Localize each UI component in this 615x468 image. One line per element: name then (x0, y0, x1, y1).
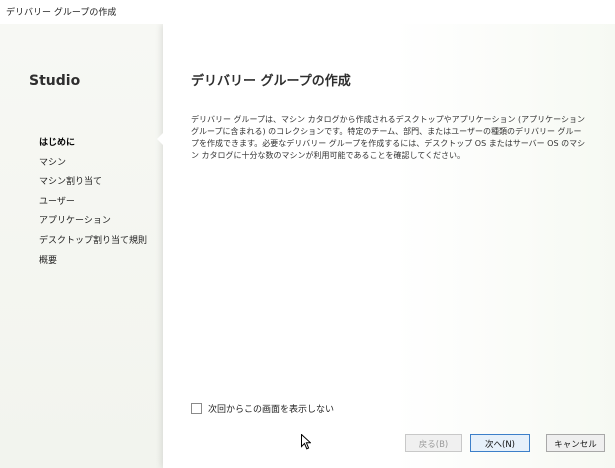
content-background-fade (395, 24, 615, 468)
title-bar: デリバリー グループの作成 (0, 0, 615, 24)
wizard-content: デリバリー グループの作成 デリバリー グループは、マシン カタログから作成され… (163, 24, 615, 468)
nav-step-desktop-assignment-rules[interactable]: デスクトップ割り当て規則 (39, 233, 147, 253)
wizard-window: Studio はじめに マシン マシン割り当て ユーザー アプリケーション デス… (0, 24, 615, 468)
dont-show-again-label[interactable]: 次回からこの画面を表示しない (208, 402, 334, 415)
cancel-button[interactable]: キャンセル (546, 434, 605, 452)
nav-step-users[interactable]: ユーザー (39, 194, 147, 214)
window-title: デリバリー グループの作成 (6, 8, 117, 18)
step-navigation: はじめに マシン マシン割り当て ユーザー アプリケーション デスクトップ割り当… (39, 135, 147, 272)
page-title: デリバリー グループの作成 (191, 74, 351, 89)
nav-step-applications[interactable]: アプリケーション (39, 213, 147, 233)
nav-step-summary[interactable]: 概要 (39, 253, 147, 273)
dont-show-again-checkbox[interactable] (191, 403, 202, 414)
page-description: デリバリー グループは、マシン カタログから作成されるデスクトップやアプリケーシ… (191, 115, 586, 160)
next-button[interactable]: 次へ(N) (470, 434, 530, 452)
back-button[interactable]: 戻る(B) (405, 434, 462, 452)
nav-step-machines[interactable]: マシン (39, 155, 147, 175)
nav-pointer-notch (157, 132, 164, 146)
nav-step-introduction[interactable]: はじめに (39, 135, 147, 155)
mouse-pointer-icon (301, 434, 311, 450)
app-name: Studio (29, 73, 81, 89)
dont-show-again-row[interactable]: 次回からこの画面を表示しない (191, 402, 334, 415)
nav-step-machine-allocation[interactable]: マシン割り当て (39, 174, 147, 194)
wizard-sidebar: Studio はじめに マシン マシン割り当て ユーザー アプリケーション デス… (0, 24, 163, 468)
